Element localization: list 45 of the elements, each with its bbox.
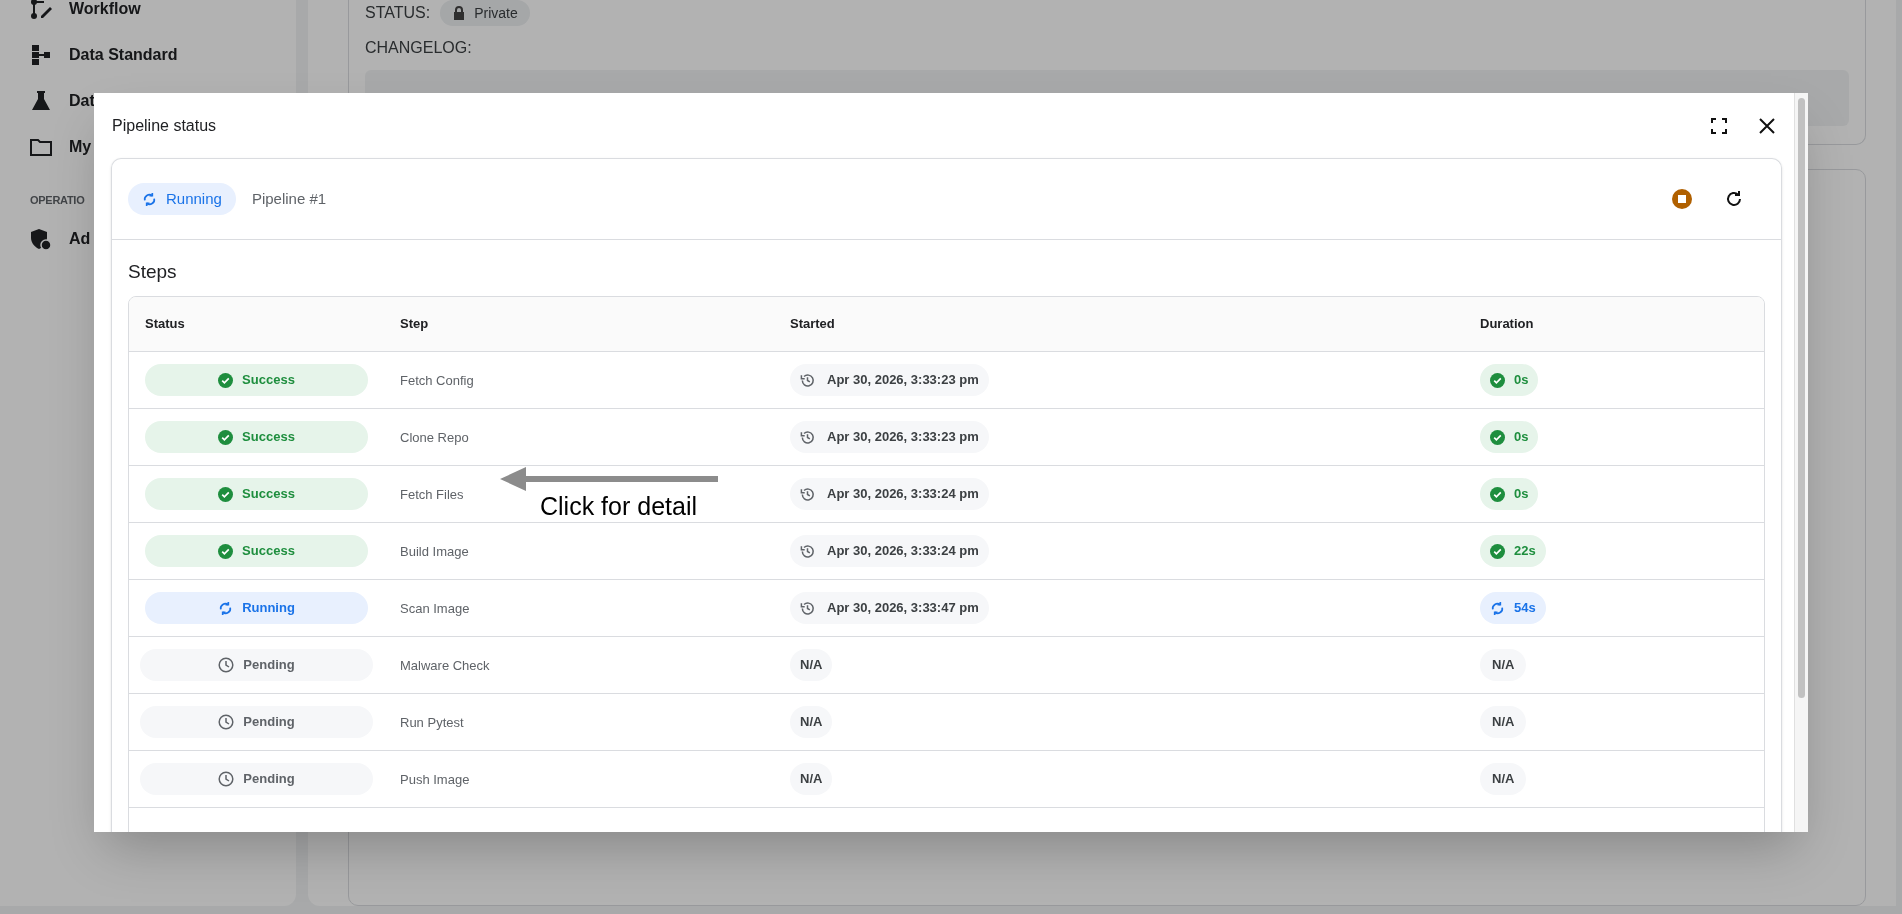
time-chip: Apr 30, 2026, 3:33:24 pm: [790, 478, 989, 510]
step-name: Push Image: [400, 772, 470, 787]
status-chip: Running: [145, 592, 368, 624]
column-header: Status: [144, 315, 186, 334]
dialog-title: Pipeline status: [112, 115, 217, 136]
duration-chip: 0s: [1480, 478, 1539, 510]
status-chip: Success: [145, 535, 368, 567]
step-name: Build Image: [400, 544, 469, 559]
section-heading: OPERATIO: [30, 193, 85, 208]
column-header: Step: [400, 315, 430, 334]
changelog-label: CHANGELOG:: [365, 38, 473, 58]
duration-chip: 0s: [1480, 364, 1539, 396]
status-chip: Pending: [140, 706, 373, 738]
step-name: Run Pytest: [400, 715, 464, 730]
status-chip: Pending: [140, 649, 373, 681]
status-chip: Success: [145, 364, 368, 396]
duration-chip: 22s: [1480, 535, 1546, 567]
time-chip: N/A: [790, 763, 833, 795]
status-chip: Success: [145, 478, 368, 510]
duration-chip: 54s: [1480, 592, 1546, 624]
status-chip: Success: [145, 421, 368, 453]
section-title: Steps: [128, 260, 178, 284]
column-header: Started: [790, 315, 836, 334]
duration-chip: N/A: [1480, 649, 1527, 681]
step-name: Fetch Config: [400, 373, 474, 388]
time-chip: Apr 30, 2026, 3:33:23 pm: [790, 421, 989, 453]
status-chip: Pending: [140, 763, 373, 795]
time-chip: N/A: [790, 706, 833, 738]
time-chip: Apr 30, 2026, 3:33:24 pm: [790, 535, 989, 567]
time-chip: N/A: [790, 649, 833, 681]
duration-chip: N/A: [1480, 706, 1527, 738]
column-header: Duration: [1480, 315, 1535, 334]
step-name: Malware Check: [400, 658, 490, 673]
annotation-text: Click for detail: [540, 491, 697, 522]
status-chip: Running: [128, 183, 236, 215]
time-chip: Apr 30, 2026, 3:33:47 pm: [790, 592, 989, 624]
step-name: Clone Repo: [400, 430, 469, 445]
step-name: Scan Image: [400, 601, 470, 616]
duration-chip: 0s: [1480, 421, 1539, 453]
private-badge: Private: [440, 0, 530, 26]
status-label: STATUS:: [365, 3, 431, 23]
time-chip: Apr 30, 2026, 3:33:23 pm: [790, 364, 989, 396]
step-name: Fetch Files: [400, 487, 464, 502]
duration-chip: N/A: [1480, 763, 1527, 795]
pipeline-name: Pipeline #1: [251, 188, 327, 209]
